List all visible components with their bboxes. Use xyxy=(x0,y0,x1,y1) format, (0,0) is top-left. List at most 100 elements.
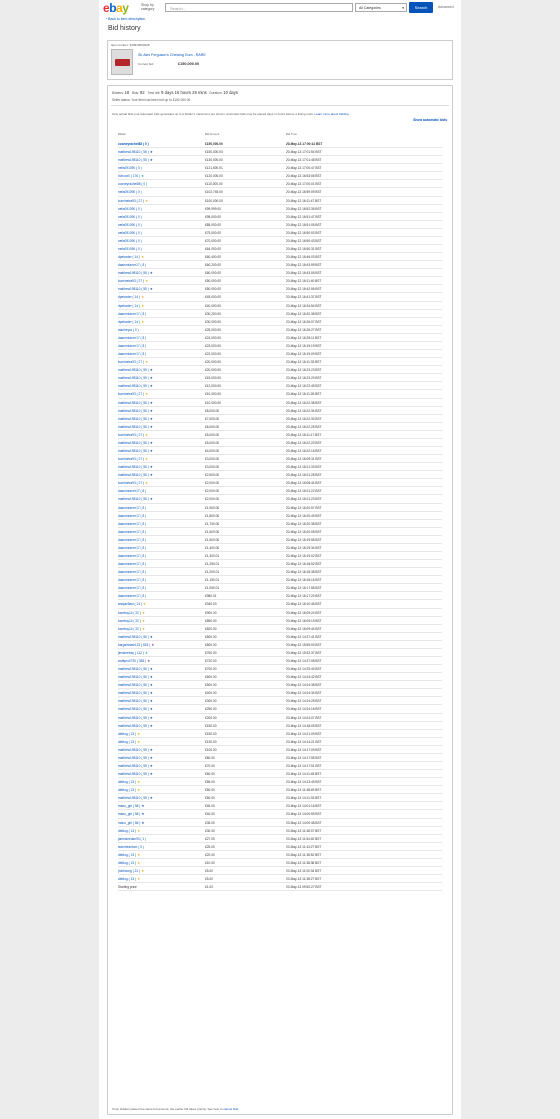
bidder-link[interactable]: dpetrader ( 14 )★ xyxy=(118,253,144,261)
bidder-link[interactable]: wasjaz5asi ( 14 )★ xyxy=(118,600,146,608)
bidder-link[interactable]: kunrinetra93 ( 27 )★ xyxy=(118,455,148,463)
bidder-link[interactable]: dbfdog ( 13 )★ xyxy=(118,786,140,794)
bidder-link[interactable]: jrobfwong ( 21 )★ xyxy=(118,867,144,875)
bidder-link[interactable]: neils091090 ( 0 ) xyxy=(118,213,142,221)
back-to-item-link[interactable]: ‹ Back to item description xyxy=(106,17,145,21)
bidder-link[interactable]: leanmeantom ( 0 ) xyxy=(118,843,144,851)
bidder-link[interactable]: daanmturner17 ( 8 ) xyxy=(118,576,146,584)
bidder-link[interactable]: matthew198110 ( 55 )★ xyxy=(118,447,153,455)
bidder-link[interactable]: dbfdog ( 13 )★ xyxy=(118,827,140,835)
bidder-link[interactable]: matthew198110 ( 55 )★ xyxy=(118,697,153,705)
bidder-link[interactable]: kunrinetra93 ( 27 )★ xyxy=(118,390,148,398)
bidder-link[interactable]: cooneyrachel88 ( 0 ) xyxy=(118,140,149,148)
bidder-link[interactable]: neils091090 ( 0 ) xyxy=(118,205,142,213)
bidder-link[interactable]: kunrinetra93 ( 27 )★ xyxy=(118,358,148,366)
advanced-search-link[interactable]: Advanced xyxy=(438,5,454,9)
bidder-link[interactable]: cooneyrachel88 ( 0 ) xyxy=(118,180,147,188)
bidder-link[interactable]: matthew198110 ( 55 )★ xyxy=(118,269,153,277)
bidder-link[interactable]: jimskeebay ( 112 )★ xyxy=(118,649,148,657)
bidder-link[interactable]: matthew198110 ( 55 )★ xyxy=(118,633,153,641)
bidder-link[interactable]: matthew198110 ( 55 )★ xyxy=(118,366,153,374)
bidder-link[interactable]: matthew198110 ( 55 )★ xyxy=(118,156,153,164)
bidder-link[interactable]: dbfdog ( 13 )★ xyxy=(118,875,140,883)
bidder-link[interactable]: daanmturner17 ( 8 ) xyxy=(118,536,146,544)
search-input[interactable]: Search... xyxy=(165,3,353,12)
item-thumbnail[interactable] xyxy=(111,49,133,75)
show-automatic-bids-link[interactable]: Show automatic bids xyxy=(413,118,447,122)
bidder-link[interactable]: daanmturner17 ( 8 ) xyxy=(118,334,146,342)
bidder-link[interactable]: daanmturner17 ( 8 ) xyxy=(118,512,146,520)
bidder-link[interactable]: bargainnate123 ( 815 )★ xyxy=(118,641,155,649)
bidder-link[interactable]: daanmturner17 ( 8 ) xyxy=(118,310,146,318)
bidder-link[interactable]: matthew198110 ( 55 )★ xyxy=(118,689,153,697)
bidder-link[interactable]: matthew198110 ( 55 )★ xyxy=(118,374,153,382)
bidder-link[interactable]: daanmturner17 ( 8 ) xyxy=(118,342,146,350)
bidder-link[interactable]: daanmturner17 ( 8 ) xyxy=(118,487,146,495)
bidder-link[interactable]: matthew198110 ( 55 )★ xyxy=(118,439,153,447)
bidder-link[interactable]: daanmturner17 ( 8 ) xyxy=(118,568,146,576)
bidder-link[interactable]: matthew198110 ( 55 )★ xyxy=(118,665,153,673)
bidder-link[interactable]: dbfdog ( 13 )★ xyxy=(118,778,140,786)
bidder-link[interactable]: baxiboy14 ( 22 )★ xyxy=(118,609,145,617)
shop-by-category-button[interactable]: Shop by category xyxy=(141,3,159,11)
item-title-link[interactable]: Sir Alex Ferguson's Chewing Gum - RARE xyxy=(138,53,206,57)
bidder-link[interactable]: neils091090 ( 0 ) xyxy=(118,164,142,172)
bidder-link[interactable]: manu_girl ( 58 )★ xyxy=(118,802,145,810)
bidder-link[interactable]: matthew198110 ( 55 )★ xyxy=(118,746,153,754)
bidder-link[interactable]: baxiboy14 ( 22 )★ xyxy=(118,625,145,633)
bidder-link[interactable]: dbfdog ( 13 )★ xyxy=(118,859,140,867)
bidder-link[interactable]: matthew198110 ( 55 )★ xyxy=(118,762,153,770)
bidder-link[interactable]: dpetrader ( 14 )★ xyxy=(118,293,144,301)
bidder-link[interactable]: matthew198110 ( 55 )★ xyxy=(118,423,153,431)
bidder-link[interactable]: dbfdog ( 13 )★ xyxy=(118,730,140,738)
bidder-link[interactable]: matthew198110 ( 55 )★ xyxy=(118,705,153,713)
bidder-link[interactable]: daanmturner17 ( 8 ) xyxy=(118,544,146,552)
bidder-link[interactable]: dbfdog ( 13 )★ xyxy=(118,851,140,859)
bidder-link[interactable]: neils091090 ( 0 ) xyxy=(118,237,142,245)
bidder-link[interactable]: neils091090 ( 0 ) xyxy=(118,229,142,237)
bidder-link[interactable]: daanmturner17 ( 8 ) xyxy=(118,350,146,358)
bidder-link[interactable]: matthew198110 ( 55 )★ xyxy=(118,722,153,730)
bidder-link[interactable]: matthew198110 ( 55 )★ xyxy=(118,681,153,689)
bidder-link[interactable]: matthew198110 ( 55 )★ xyxy=(118,407,153,415)
bidder-link[interactable]: matthew198110 ( 55 )★ xyxy=(118,399,153,407)
bidder-link[interactable]: matthew198110 ( 55 )★ xyxy=(118,754,153,762)
bidder-link[interactable]: matthew198110 ( 55 )★ xyxy=(118,148,153,156)
bidder-link[interactable]: neils091090 ( 0 ) xyxy=(118,188,142,196)
bidder-link[interactable]: matthew198110 ( 55 )★ xyxy=(118,285,153,293)
ebay-logo[interactable]: ebay xyxy=(103,1,129,15)
bidder-link[interactable]: dpetrader ( 14 )★ xyxy=(118,318,144,326)
bidder-link[interactable]: daanmturner17 ( 8 ) xyxy=(118,592,146,600)
bidder-link[interactable]: manu_girl ( 58 )★ xyxy=(118,810,145,818)
bidder-link[interactable]: daanmturner17 ( 8 ) xyxy=(118,528,146,536)
bidder-link[interactable]: jamesleedan93 ( 1 ) xyxy=(118,835,146,843)
category-select[interactable]: All Categories ▾ xyxy=(355,3,407,12)
bidder-link[interactable]: daanmturner17 ( 8 ) xyxy=(118,584,146,592)
cancel-bids-link[interactable]: cancel bids xyxy=(223,1107,238,1111)
learn-more-link[interactable]: Learn more about bidding. xyxy=(315,112,350,116)
bidder-link[interactable]: richcox0 ( 176 )★ xyxy=(118,172,144,180)
bidder-link[interactable]: matthew198110 ( 55 )★ xyxy=(118,770,153,778)
bidder-link[interactable]: matthew198110 ( 55 )★ xyxy=(118,382,153,390)
bidder-link[interactable]: kunrinetra93 ( 27 )★ xyxy=(118,431,148,439)
bidder-link[interactable]: matthew198110 ( 55 )★ xyxy=(118,463,153,471)
bidder-link[interactable]: neils091090 ( 0 ) xyxy=(118,221,142,229)
bidder-link[interactable]: matthew198110 ( 55 )★ xyxy=(118,673,153,681)
bidder-link[interactable]: dpetrader ( 14 )★ xyxy=(118,302,144,310)
bidder-link[interactable]: daanmturner17 ( 8 ) xyxy=(118,552,146,560)
bidder-link[interactable]: manu_girl ( 58 )★ xyxy=(118,819,145,827)
bidder-link[interactable]: swiftpro0730 ( 356 )★ xyxy=(118,657,150,665)
bidder-link[interactable]: stanheyra ( 0 ) xyxy=(118,326,139,334)
bidder-link[interactable]: baxiboy14 ( 22 )★ xyxy=(118,617,145,625)
bidder-link[interactable]: neils091090 ( 0 ) xyxy=(118,245,142,253)
bidder-link[interactable]: kunrinetra93 ( 27 )★ xyxy=(118,197,148,205)
bidder-link[interactable]: daanmturner17 ( 8 ) xyxy=(118,560,146,568)
bidder-link[interactable]: daanmturner17 ( 8 ) xyxy=(118,261,146,269)
bidder-link[interactable]: daanmturner17 ( 8 ) xyxy=(118,504,146,512)
bidder-link[interactable]: matthew198110 ( 55 )★ xyxy=(118,495,153,503)
bidder-link[interactable]: kunrinetra93 ( 27 )★ xyxy=(118,277,148,285)
bidder-link[interactable]: dbfdog ( 13 )★ xyxy=(118,738,140,746)
bidder-link[interactable]: matthew198110 ( 55 )★ xyxy=(118,415,153,423)
bidder-link[interactable]: matthew198110 ( 55 )★ xyxy=(118,714,153,722)
search-button[interactable]: Search xyxy=(409,2,433,13)
